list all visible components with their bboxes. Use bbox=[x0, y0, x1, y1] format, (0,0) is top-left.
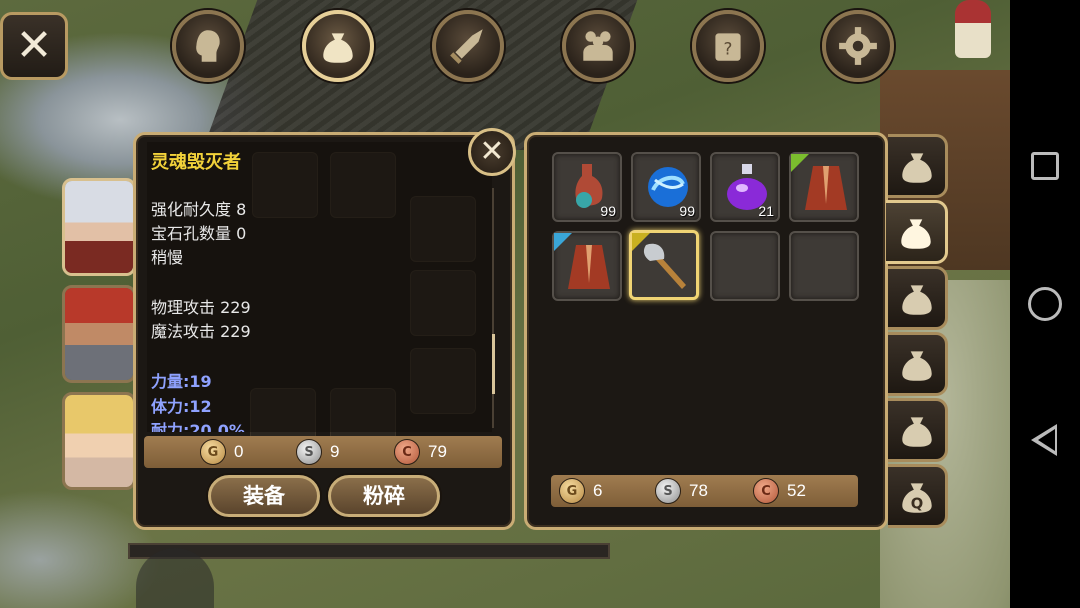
gold-amount: G 0 bbox=[200, 439, 243, 465]
portrait-blonde-girl[interactable] bbox=[62, 392, 136, 490]
silver-value: 78 bbox=[689, 481, 708, 500]
item-quantity: 99 bbox=[600, 203, 616, 219]
bag-icon bbox=[901, 351, 932, 381]
right-currency-bar: G 6 S 78 C 52 bbox=[551, 475, 858, 507]
gold-coin-icon: G bbox=[200, 439, 226, 465]
tab-settings[interactable] bbox=[822, 10, 894, 82]
svg-text:Q: Q bbox=[910, 496, 923, 513]
inventory-slot-empty[interactable] bbox=[710, 231, 780, 301]
head-icon bbox=[196, 30, 220, 62]
portrait-red-hair-knight[interactable] bbox=[62, 285, 136, 383]
tooltip-stat: 体力:12 bbox=[151, 397, 212, 416]
people-icon bbox=[583, 31, 613, 61]
axe-icon bbox=[643, 243, 686, 289]
bag-icon bbox=[901, 285, 932, 315]
close-tooltip-button[interactable]: ✕ bbox=[468, 128, 516, 176]
silver-amount: S 9 bbox=[296, 439, 339, 465]
item-tooltip: 灵魂毁灭者 强化耐久度 8 宝石孔数量 0 稍慢 物理攻击 229 魔法攻击 2… bbox=[147, 142, 492, 432]
quest-bag-icon: Q bbox=[901, 483, 932, 513]
bag-tab-quest[interactable]: Q bbox=[888, 464, 948, 528]
inventory-slot[interactable]: 99 bbox=[631, 152, 701, 222]
inventory-slot[interactable]: 99 bbox=[552, 152, 622, 222]
tab-skills[interactable] bbox=[432, 10, 504, 82]
scroll-icon: ? bbox=[715, 33, 741, 61]
bag-icon bbox=[323, 33, 353, 63]
bag-tab-4[interactable] bbox=[888, 332, 948, 396]
item-quantity: 99 bbox=[679, 203, 695, 219]
inventory-slot-selected[interactable] bbox=[629, 230, 699, 300]
copper-amount: C 79 bbox=[394, 439, 447, 465]
tooltip-scrollbar[interactable] bbox=[492, 334, 495, 394]
item-name: 灵魂毁灭者 bbox=[151, 152, 241, 173]
copper-value: 52 bbox=[787, 481, 806, 500]
tab-character[interactable] bbox=[172, 10, 244, 82]
silver-coin-icon: S bbox=[655, 478, 681, 504]
bag-icon bbox=[901, 153, 932, 183]
back-icon[interactable] bbox=[1031, 424, 1057, 456]
tooltip-stat: 耐力:20.0% bbox=[151, 421, 245, 432]
svg-text:?: ? bbox=[724, 38, 733, 58]
inventory-slot[interactable] bbox=[789, 152, 859, 222]
bag-tab-1[interactable] bbox=[888, 134, 948, 198]
inventory-slot[interactable]: 21 bbox=[710, 152, 780, 222]
tooltip-line: 物理攻击 229 bbox=[151, 298, 251, 317]
npc-villager[interactable] bbox=[955, 0, 991, 58]
left-currency-bar: G 0 S 9 C 79 bbox=[144, 436, 502, 468]
gear-icon bbox=[839, 27, 877, 65]
gold-value: 0 bbox=[234, 442, 244, 461]
bag-icon bbox=[901, 417, 932, 447]
bag-icon bbox=[900, 219, 931, 249]
bag-tab-3[interactable] bbox=[888, 266, 948, 330]
close-icon: ✕ bbox=[479, 134, 505, 169]
home-icon[interactable] bbox=[1028, 287, 1062, 321]
gold-amount: G 6 bbox=[559, 478, 602, 504]
silver-amount: S 78 bbox=[655, 478, 708, 504]
smash-button[interactable]: 粉碎 bbox=[328, 475, 440, 517]
inventory-slot[interactable] bbox=[552, 231, 622, 301]
inventory-slot-empty[interactable] bbox=[789, 231, 859, 301]
copper-coin-icon: C bbox=[753, 478, 779, 504]
tooltip-line: 稍慢 bbox=[151, 248, 184, 267]
copper-value: 79 bbox=[428, 442, 447, 461]
robe-icon bbox=[568, 245, 610, 289]
item-quantity: 21 bbox=[758, 203, 774, 219]
copper-amount: C 52 bbox=[753, 478, 806, 504]
portrait-white-hair-hero[interactable] bbox=[62, 178, 136, 276]
tooltip-line: 强化耐久度 8 bbox=[151, 200, 247, 219]
silver-value: 9 bbox=[330, 442, 340, 461]
system-navigation-bar bbox=[1010, 0, 1080, 608]
gold-coin-icon: G bbox=[559, 478, 585, 504]
close-menu-button[interactable]: ✕ bbox=[0, 12, 68, 80]
equip-button[interactable]: 装备 bbox=[208, 475, 320, 517]
bag-tab-2[interactable] bbox=[886, 200, 948, 264]
close-icon: ✕ bbox=[15, 20, 53, 71]
robe-icon bbox=[805, 166, 847, 210]
gold-value: 6 bbox=[593, 481, 603, 500]
tooltip-line: 宝石孔数量 0 bbox=[151, 224, 247, 243]
sword-icon bbox=[450, 29, 483, 64]
bag-tab-5[interactable] bbox=[888, 398, 948, 462]
tooltip-line: 魔法攻击 229 bbox=[151, 322, 251, 341]
tab-party[interactable] bbox=[562, 10, 634, 82]
tab-inventory[interactable] bbox=[302, 10, 374, 82]
recent-apps-icon[interactable] bbox=[1031, 152, 1059, 180]
tab-quest[interactable]: ? bbox=[692, 10, 764, 82]
copper-coin-icon: C bbox=[394, 439, 420, 465]
tooltip-stat: 力量:19 bbox=[151, 372, 212, 391]
silver-coin-icon: S bbox=[296, 439, 322, 465]
